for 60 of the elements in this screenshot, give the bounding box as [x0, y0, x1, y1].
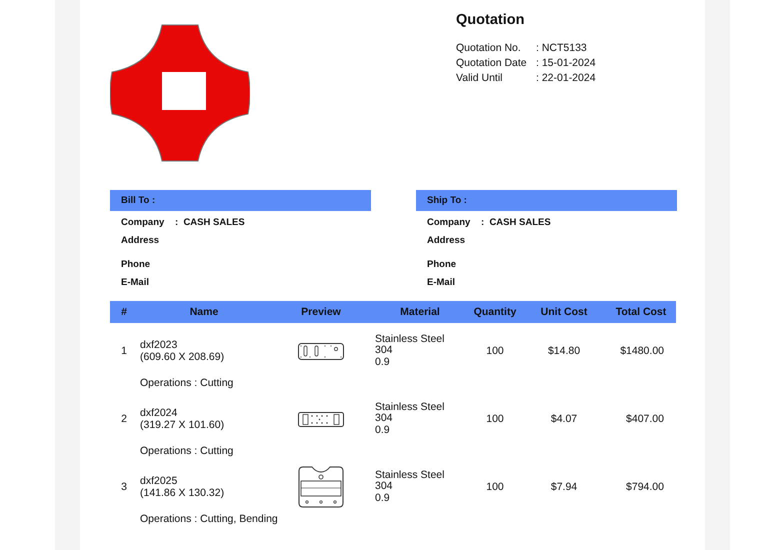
column-header: Unit Cost — [540, 306, 588, 318]
table-cell-text: $794.00 — [626, 481, 665, 493]
material-text: 0.9 — [375, 492, 391, 504]
field-label: Address — [121, 235, 160, 247]
item-name: dxf2025 — [140, 475, 178, 487]
part-preview-drawing — [298, 466, 344, 508]
item-name: dxf2023 — [140, 339, 178, 351]
field-label: Quotation Date — [456, 57, 528, 69]
material-text: Stainless Steel — [375, 334, 444, 346]
part-preview-drawing — [298, 412, 344, 426]
field-label: Address — [427, 235, 466, 247]
column-header: Preview — [300, 306, 342, 318]
column-header: Total Cost — [614, 306, 668, 318]
material-text: Stainless Steel — [375, 402, 444, 414]
logo-icon — [110, 24, 250, 162]
material-text: 304 — [375, 413, 394, 425]
item-size: (609.60 X 208.69) — [140, 351, 224, 363]
material-text: 0.9 — [375, 356, 391, 368]
field-value: : 15-01-2024 — [536, 57, 596, 69]
operations-text: Operations : Cutting — [140, 377, 234, 389]
material-text: 0.9 — [375, 424, 391, 436]
column-header: Name — [188, 306, 220, 318]
item-name: dxf2024 — [140, 407, 178, 419]
table-cell-text: $407.00 — [626, 413, 665, 425]
operations-text: Operations : Cutting, Bending — [140, 513, 278, 525]
part-preview-drawing — [298, 342, 344, 360]
column-header: # — [120, 306, 128, 318]
field-value: : NCT5133 — [536, 42, 588, 54]
table-cell: 100 — [486, 481, 504, 493]
table-cell: 100 — [486, 345, 504, 357]
field-label: E-Mail — [427, 277, 456, 289]
field-value: : 22-01-2024 — [536, 72, 596, 84]
field-label: Phone — [121, 259, 152, 271]
table-cell: $7.94 — [550, 481, 578, 493]
material-text: Stainless Steel — [375, 470, 444, 482]
field-label: Company — [121, 217, 166, 229]
table-cell: $14.80 — [548, 345, 580, 357]
section-header: Ship To : — [416, 190, 677, 211]
field-label: Phone — [427, 259, 458, 271]
table-cell: $4.07 — [550, 413, 578, 425]
column-header: Quantity — [472, 306, 518, 318]
table-cell-text: $1480.00 — [620, 345, 665, 357]
item-size: (141.86 X 130.32) — [140, 487, 224, 499]
operations-text: Operations : Cutting — [140, 445, 234, 457]
field-label: Company — [427, 217, 472, 229]
field-label: E-Mail — [121, 277, 150, 289]
column-header: Material — [399, 306, 441, 318]
table-cell: 2 — [121, 413, 127, 425]
field-value: : CASH SALES — [175, 217, 245, 229]
material-text: 304 — [375, 345, 394, 357]
section-header: Bill To : — [110, 190, 371, 211]
field-value: : CASH SALES — [481, 217, 551, 229]
table-cell: 1 — [121, 345, 127, 357]
table-cell: 3 — [121, 481, 127, 493]
field-label: Valid Until — [456, 72, 504, 84]
document-title: Quotation — [456, 12, 526, 28]
field-label: Quotation No. — [456, 42, 522, 54]
material-text: 304 — [375, 481, 394, 493]
table-cell: 100 — [486, 413, 504, 425]
item-size: (319.27 X 101.60) — [140, 419, 224, 431]
